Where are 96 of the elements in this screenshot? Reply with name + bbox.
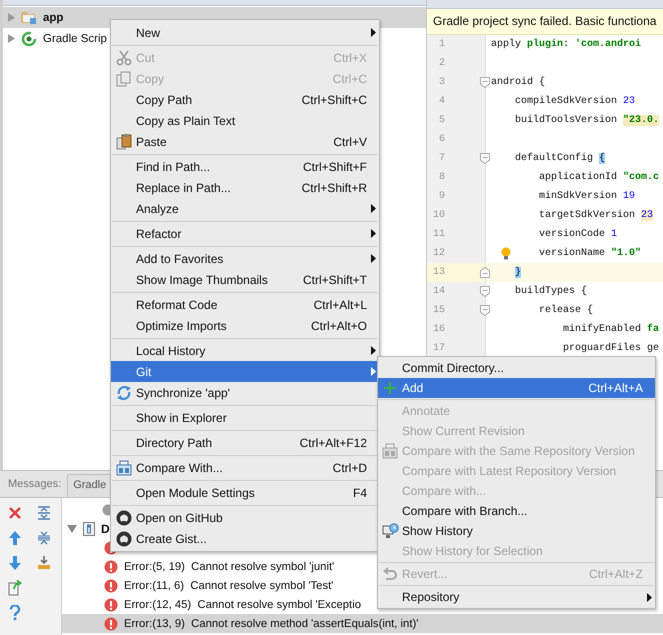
code-line: minifyEnabled fa — [563, 322, 660, 337]
code-line: proguardFiles ge — [563, 342, 660, 356]
menu-item[interactable]: Reformat Code Ctrl+Alt+L — [111, 294, 379, 315]
expand-arrow-icon[interactable] — [8, 34, 15, 43]
menu-item[interactable]: Commit Directory... — [378, 358, 655, 378]
copy-icon — [116, 70, 132, 86]
error-icon — [104, 616, 118, 630]
menu-item[interactable]: Repository — [378, 587, 655, 607]
line-number: 6 — [438, 133, 445, 147]
code-line: versionCode 1 — [539, 228, 618, 242]
error-icon — [104, 598, 118, 612]
code-line: minSdkVersion 19 — [539, 190, 636, 204]
sync-failed-banner: Gradle project sync failed. Basic functiona — [427, 9, 663, 35]
tree-label[interactable]: Gradle Scrip — [43, 32, 107, 44]
menu-item[interactable]: Open Module Settings F4 — [111, 482, 379, 503]
help-icon[interactable] — [8, 604, 20, 620]
undo-arrow-icon — [382, 567, 398, 581]
collapse-all-icon[interactable] — [36, 530, 50, 544]
error-icon — [104, 560, 118, 574]
code-line: defaultConfig { — [515, 152, 606, 166]
line-number: 5 — [438, 114, 445, 128]
menu-item[interactable]: Analyze — [111, 198, 379, 219]
close-icon[interactable] — [8, 506, 22, 520]
export-icon[interactable] — [8, 580, 22, 596]
menu-item[interactable]: Copy Path Ctrl+Shift+C — [111, 89, 379, 110]
line-number: 11 — [432, 228, 445, 242]
menu-item[interactable]: Show Image Thumbnails Ctrl+Shift+T — [111, 269, 379, 290]
code-line: android { — [491, 76, 546, 90]
line-number: 16 — [432, 323, 445, 337]
code-line: targetSdkVersion 23 — [539, 208, 654, 223]
menu-item[interactable]: Paste Ctrl+V — [111, 131, 379, 152]
plus-icon — [383, 381, 397, 395]
code-line: buildToolsVersion "23.0. — [515, 114, 660, 128]
error-icon — [104, 578, 118, 592]
line-number: 1 — [438, 38, 445, 52]
line-number: 4 — [438, 95, 445, 109]
menu-item[interactable]: Optimize Imports Ctrl+Alt+O — [111, 315, 379, 336]
menu-item[interactable]: Directory Path Ctrl+Alt+F12 — [111, 432, 379, 453]
code-line: apply plugin: 'com.androi — [491, 38, 642, 52]
compare-icon — [382, 443, 398, 459]
menu-item[interactable]: Local History — [111, 340, 379, 361]
messages-label: Messages: — [8, 478, 62, 490]
line-number: 17 — [432, 342, 445, 356]
message-group-label: D — [101, 522, 110, 536]
expand-arrow-icon[interactable] — [67, 524, 77, 532]
code-line: buildTypes { — [515, 284, 588, 299]
expand-all-icon[interactable] — [36, 506, 50, 520]
menu-item[interactable]: Synchronize 'app' — [111, 382, 379, 403]
compare-icon — [116, 460, 132, 476]
sync-icon — [116, 384, 132, 400]
line-number: 3 — [438, 76, 445, 90]
selected-message-row[interactable]: Error:(13, 9) Cannot resolve method 'assertEquals(int, int)' — [62, 614, 663, 633]
line-number: 14 — [432, 285, 445, 299]
info-file-icon — [83, 522, 95, 536]
line-number: 2 — [438, 57, 445, 71]
line-number: 10 — [432, 209, 445, 223]
folder-icon — [21, 10, 37, 24]
menu-item[interactable]: Create Gist... — [111, 528, 379, 549]
line-number: 7 — [438, 152, 445, 166]
error-message: Error:(11, 6) Cannot resolve symbol 'Test' — [124, 580, 334, 592]
menu-item[interactable]: Add to Favorites — [111, 248, 379, 269]
github-icon — [116, 530, 132, 546]
tree-label[interactable]: app — [43, 12, 64, 24]
line-number: 8 — [438, 171, 445, 185]
menu-item[interactable]: Replace in Path... Ctrl+Shift+R — [111, 177, 379, 198]
menu-item[interactable]: Show in Explorer — [111, 407, 379, 428]
gradle-icon — [21, 30, 37, 46]
code-line: compileSdkVersion 23 — [515, 94, 636, 109]
line-number: 13 — [432, 266, 445, 280]
menu-item[interactable]: Compare With... Ctrl+D — [111, 457, 379, 478]
expand-arrow-icon[interactable] — [8, 13, 15, 22]
line-number: 9 — [438, 190, 445, 204]
clipboard-icon — [116, 134, 132, 150]
menu-item[interactable]: Git — [111, 361, 379, 382]
menu-item[interactable]: Add Ctrl+Alt+A — [378, 378, 655, 398]
menu-item[interactable]: Copy as Plain Text — [111, 110, 379, 131]
download-tray-icon[interactable] — [36, 556, 50, 570]
line-number: 12 — [432, 247, 445, 261]
scissors-icon — [116, 50, 132, 66]
error-message: Error:(12, 45) Cannot resolve symbol 'Exceptio — [124, 598, 361, 610]
code-line: versionName "1.0" — [539, 246, 642, 261]
down-arrow-icon[interactable] — [8, 556, 22, 570]
menu-item[interactable]: Refactor — [111, 223, 379, 244]
error-message: Error:(5, 19) Cannot resolve symbol 'junit' — [124, 560, 334, 572]
line-number: 15 — [432, 304, 445, 318]
error-message: Error:(13, 9) Cannot resolve method 'assertEquals(int, int)' — [124, 618, 418, 630]
code-line: release { — [539, 304, 594, 318]
menu-item[interactable]: Open on GitHub — [111, 507, 379, 528]
menu-item[interactable]: Compare with Branch... — [378, 501, 655, 521]
history-icon — [382, 523, 398, 539]
up-arrow-icon[interactable] — [8, 530, 22, 544]
lightbulb-icon — [501, 247, 511, 260]
code-line: applicationId "com.c — [539, 170, 660, 185]
menu-item[interactable]: Show History — [378, 521, 655, 541]
menu-item[interactable]: Find in Path... Ctrl+Shift+F — [111, 156, 379, 177]
github-icon — [116, 510, 132, 526]
